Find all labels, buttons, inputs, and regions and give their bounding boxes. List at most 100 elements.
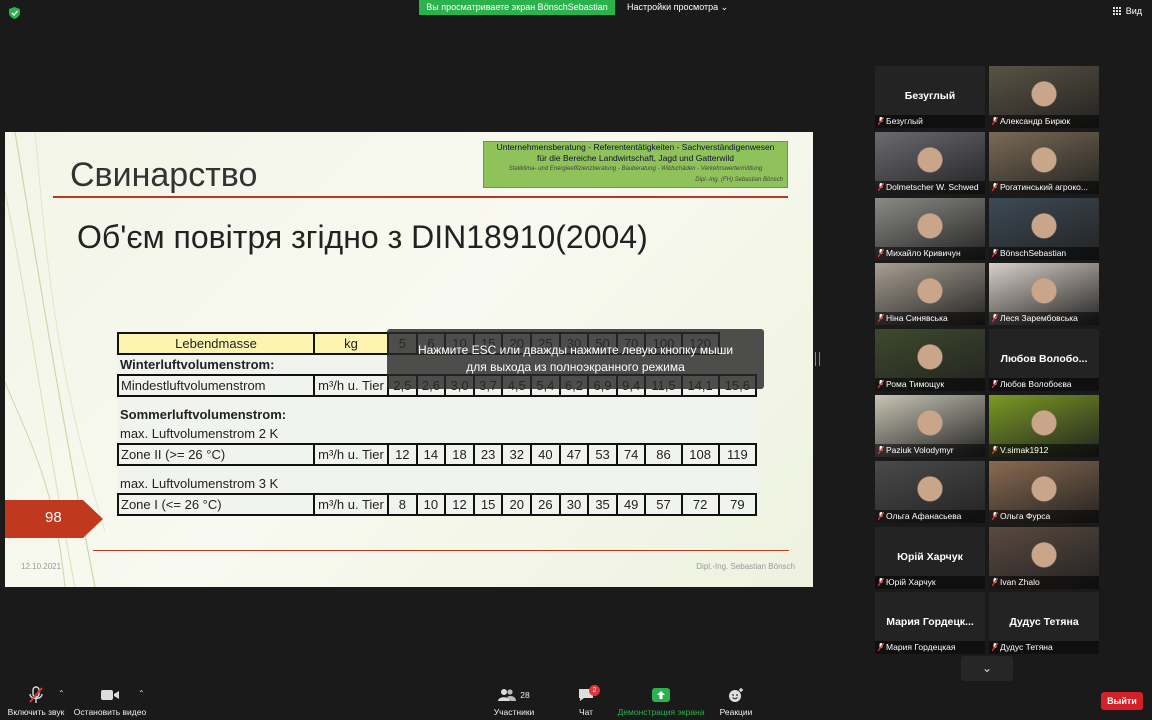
tooltip-line-1: Нажмите ESC или дважды нажмите левую кно… xyxy=(417,343,734,357)
slide-author: Dipl.-Ing. Sebastian Bönsch xyxy=(696,562,795,571)
slide-number: 98 xyxy=(45,509,62,526)
participant-tile[interactable]: Дудус Тетяна Дудус Тетяна xyxy=(989,592,1099,654)
participant-name-bar: Ніна Синявська xyxy=(875,312,985,325)
chat-badge: 2 xyxy=(589,685,600,696)
table-cell: 18 xyxy=(444,443,475,466)
table-cell: 119 xyxy=(717,443,758,466)
table-cell: 74 xyxy=(615,443,647,466)
stop-video-button[interactable]: Остановить видео xyxy=(73,686,147,717)
row-unit: m³/h u. Tier xyxy=(313,374,389,397)
table-cell: 86 xyxy=(644,443,683,466)
row-label: Mindestluftvolumenstrom xyxy=(117,374,315,397)
logo-line-4: Dipl.-Ing. (FH) Sebastian Bönsch xyxy=(695,177,783,183)
participant-tile[interactable]: Ivan Zhalo xyxy=(989,527,1099,589)
participant-name-bar: Рогатинський агроко... xyxy=(989,181,1099,194)
table-cell: 12 xyxy=(387,443,418,466)
row-label: Zone II (>= 26 °C) xyxy=(117,443,315,466)
chat-label: Чат xyxy=(578,707,594,717)
table-cell: 26 xyxy=(530,493,561,516)
header-label: Lebendmasse xyxy=(117,332,315,355)
logo-line-2: für die Bereiche Landwirtschaft, Jagd un… xyxy=(536,153,735,163)
participant-tile[interactable]: Рогатинський агроко... xyxy=(989,132,1099,194)
view-options-button[interactable]: Настройки просмотра ⌄ xyxy=(627,0,728,15)
participant-name: Юрій Харчук xyxy=(886,577,936,587)
tooltip-line-2: для выхода из полноэкранного режима xyxy=(466,360,685,374)
participant-tile[interactable]: Ольга Фурса xyxy=(989,461,1099,523)
participant-display-name: Юрій Харчук xyxy=(897,551,963,563)
participant-name: Безуглый xyxy=(886,116,923,126)
smiley-plus-icon xyxy=(715,686,757,704)
audio-options-caret[interactable]: ⌃ xyxy=(58,689,65,698)
participant-name: Paziuk Volodymyr xyxy=(886,445,954,455)
table-row-zone1: Zone I (<= 26 °C) m³/h u. Tier 8 10 12 1… xyxy=(117,493,758,516)
participant-tile[interactable]: Михайло Кривичун xyxy=(875,198,985,260)
participant-name-bar: Paziuk Volodymyr xyxy=(875,444,985,457)
table-cell: 23 xyxy=(472,443,504,466)
row-unit: m³/h u. Tier xyxy=(313,493,389,516)
stop-video-label: Остановить видео xyxy=(73,707,147,717)
participant-name-bar: Любов Волобоєва xyxy=(989,378,1099,391)
participant-name-bar: Рома Тимощук xyxy=(875,378,985,391)
participant-display-name: Безуглый xyxy=(904,90,956,102)
leave-meeting-button[interactable]: Выйти xyxy=(1101,692,1143,710)
participant-name-bar: Безуглый xyxy=(875,115,985,128)
unmute-button[interactable]: Включить звук xyxy=(6,686,66,717)
logo-line-1: Unternehmensberatung - Referententätigke… xyxy=(496,142,775,152)
participant-tile[interactable]: Ніна Синявська xyxy=(875,263,985,325)
video-options-caret[interactable]: ⌃ xyxy=(138,689,145,698)
participants-button[interactable]: 28 Участники xyxy=(490,686,538,717)
participant-name: Леся Зарембовська xyxy=(1000,313,1078,323)
participant-name-bar: BönschSebastian xyxy=(989,247,1099,260)
participant-tile[interactable]: Paziuk Volodymyr xyxy=(875,395,985,457)
participants-icon: 28 xyxy=(490,686,538,704)
table-cell: 12 xyxy=(444,493,475,516)
participant-tile[interactable]: Рома Тимощук xyxy=(875,329,985,391)
participant-tile[interactable]: Леся Зарембовська xyxy=(989,263,1099,325)
gallery-next-page-button[interactable]: ⌄ xyxy=(961,656,1013,681)
share-screen-button[interactable]: Демонстрация экрана xyxy=(617,686,705,717)
participant-tile[interactable]: V.simak1912 xyxy=(989,395,1099,457)
table-cell: 30 xyxy=(558,493,590,516)
security-shield-icon[interactable] xyxy=(9,7,20,19)
participant-name: V.simak1912 xyxy=(1000,445,1049,455)
participant-name-bar: Дудус Тетяна xyxy=(989,641,1099,654)
participant-name-bar: Мария Гордецкая xyxy=(875,641,985,654)
company-logo-box: Unternehmensberatung - Referententätigke… xyxy=(483,141,788,188)
participant-name-bar: Юрій Харчук xyxy=(875,576,985,589)
table-cell: 15 xyxy=(472,493,504,516)
video-camera-icon xyxy=(73,686,147,704)
slide-subtitle: Об'єм повітря згідно з DIN18910(2004) xyxy=(77,219,648,255)
table-cell: 40 xyxy=(530,443,561,466)
participant-tile[interactable]: Безуглый Безуглый xyxy=(875,66,985,128)
table-cell: 10 xyxy=(415,493,447,516)
participant-tile[interactable]: Юрій Харчук Юрій Харчук xyxy=(875,527,985,589)
chat-button[interactable]: 2 Чат xyxy=(570,685,602,717)
reactions-button[interactable]: Реакции xyxy=(715,686,757,717)
fullscreen-exit-tooltip: Нажмите ESC или дважды нажмите левую кно… xyxy=(387,329,764,389)
participant-name: Михайло Кривичун xyxy=(886,248,961,258)
logo-line-3: Stallklima- und Energieeffizienzberatung… xyxy=(508,166,763,172)
participant-name-bar: Леся Зарембовська xyxy=(989,312,1099,325)
view-button[interactable]: Вид xyxy=(1112,6,1142,16)
participant-name: Александр Бирюк xyxy=(1000,116,1071,126)
participant-display-name: Любов Волобо... xyxy=(1000,353,1088,365)
participant-tile[interactable]: BönschSebastian xyxy=(989,198,1099,260)
participant-tile[interactable]: Мария Гордецк... Мария Гордецкая xyxy=(875,592,985,654)
participant-name: Любов Волобоєва xyxy=(1000,379,1072,389)
participant-name: Рома Тимощук xyxy=(886,379,945,389)
participant-tile[interactable]: Любов Волобо... Любов Волобоєва xyxy=(989,329,1099,391)
reactions-label: Реакции xyxy=(719,707,753,717)
participant-name: BönschSebastian xyxy=(1000,248,1067,258)
panel-splitter-handle[interactable] xyxy=(815,352,820,366)
participant-name-bar: Ivan Zhalo xyxy=(989,576,1099,589)
participant-tile[interactable]: Ольга Афанасьева xyxy=(875,461,985,523)
title-underline xyxy=(53,196,788,198)
muted-mic-icon xyxy=(6,686,66,704)
participant-name-bar: Ольга Фурса xyxy=(989,510,1099,523)
participant-tile[interactable]: Dolmetscher W. Schwed xyxy=(875,132,985,194)
participant-tile[interactable]: Александр Бирюк xyxy=(989,66,1099,128)
row-label: Zone I (<= 26 °C) xyxy=(117,493,315,516)
table-cell: 108 xyxy=(680,443,720,466)
slide-date: 12.10.2021 xyxy=(21,562,62,571)
table-cell: 79 xyxy=(717,493,758,516)
